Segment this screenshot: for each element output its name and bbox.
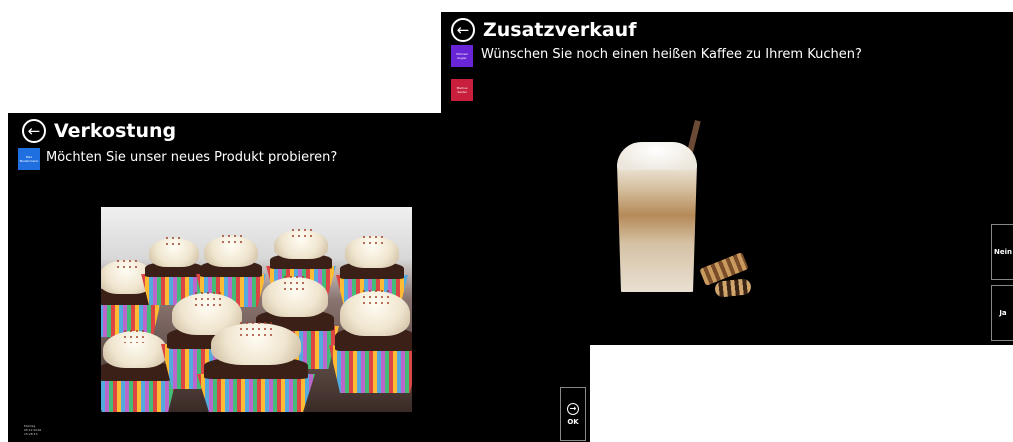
user-tile-markus-seidel[interactable]: Markus Seidel xyxy=(451,79,473,101)
user-tile-label: Michael Kugler xyxy=(456,52,468,60)
upsell-question: Wünschen Sie noch einen heißen Kaffee zu… xyxy=(481,47,862,62)
coffee-image xyxy=(611,119,752,300)
back-arrow-icon[interactable]: ← xyxy=(22,119,46,143)
ok-button-label: OK xyxy=(567,417,579,426)
ok-button[interactable]: → OK xyxy=(560,387,586,441)
user-tile-label: Markus Seidel xyxy=(456,86,468,94)
arrow-right-circle-icon: → xyxy=(567,402,579,415)
back-arrow-icon[interactable]: ← xyxy=(451,18,475,42)
no-button[interactable]: Nein xyxy=(991,224,1013,280)
yes-button[interactable]: Ja xyxy=(991,285,1013,341)
tasting-title: Verkostung xyxy=(54,120,177,142)
user-tile-max-mustermann[interactable]: Max Mustermann xyxy=(18,148,40,170)
no-button-label: Nein xyxy=(994,248,1012,256)
cupcake-image xyxy=(101,207,412,412)
upsell-header: ← Zusatzverkauf xyxy=(451,18,636,42)
user-tile-label: Max Mustermann xyxy=(19,155,39,163)
tasting-question: Möchten Sie unser neues Produkt probiere… xyxy=(46,150,338,165)
upsell-title: Zusatzverkauf xyxy=(483,19,637,41)
user-tile-michael-kugler[interactable]: Michael Kugler xyxy=(451,45,473,67)
yes-button-label: Ja xyxy=(999,309,1007,317)
date-time-info: Montag 05.12.2016 15:28:13 xyxy=(24,424,54,436)
time-label: 15:28:13 xyxy=(24,432,38,436)
upsell-panel: ← Zusatzverkauf Michael Kugler Markus Se… xyxy=(441,12,1013,345)
tasting-header: ← Verkostung xyxy=(22,119,176,143)
